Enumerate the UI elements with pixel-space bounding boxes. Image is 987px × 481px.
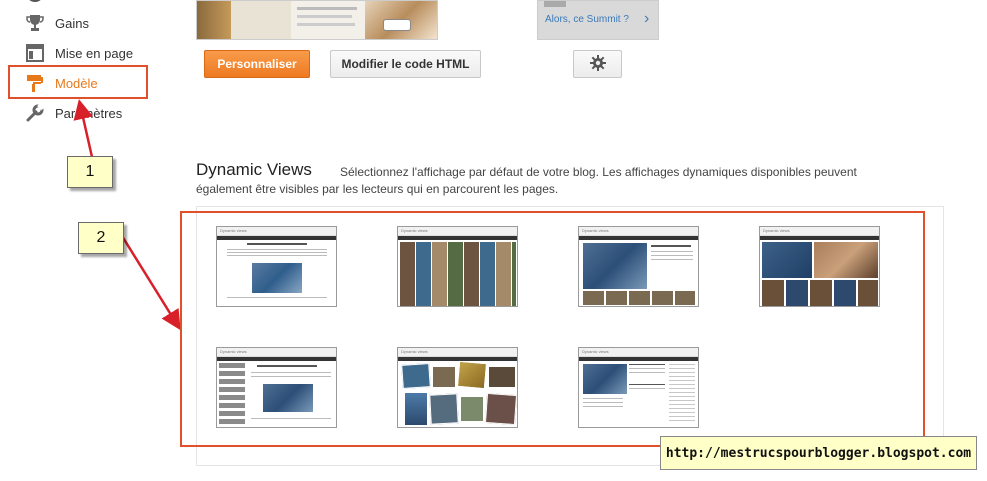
annotation-callout-1: 1 [67, 156, 113, 188]
mobile-settings-button[interactable] [573, 50, 622, 78]
mobile-preview-text: Alors, ce Summit ? [545, 14, 629, 25]
template-preview-desktop[interactable] [196, 0, 438, 40]
callout-label: 1 [85, 163, 95, 180]
watermark-url: http://mestrucspourblogger.blogspot.com [660, 436, 977, 470]
annotation-highlight-dynamic-views [180, 211, 925, 447]
dynamic-views-title: Dynamic Views [196, 160, 316, 180]
template-preview-mobile[interactable]: Alors, ce Summit ? › [537, 0, 659, 40]
edit-html-button[interactable]: Modifier le code HTML [330, 50, 481, 78]
annotation-callout-2: 2 [78, 222, 124, 254]
customize-button[interactable]: Personnaliser [204, 50, 310, 78]
chevron-right-icon: › [644, 10, 650, 27]
gear-icon [589, 54, 606, 74]
callout-label: 2 [96, 229, 106, 246]
